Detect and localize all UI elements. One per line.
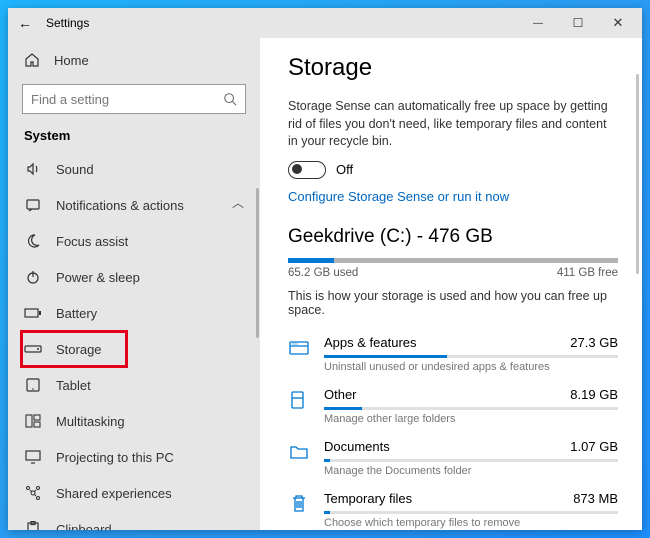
sidebar-item-battery[interactable]: Battery: [8, 295, 260, 331]
sidebar-item-tablet[interactable]: Tablet: [8, 367, 260, 403]
sidebar-item-label: Focus assist: [56, 234, 128, 249]
storage-icon: [24, 341, 42, 357]
settings-window: ← Settings ― ☐ ✕ Home Find a setting Sys…: [8, 8, 642, 530]
minimize-button[interactable]: ―: [518, 8, 558, 38]
cat-size: 1.07 GB: [570, 439, 618, 454]
cat-sub: Manage the Documents folder: [324, 465, 618, 477]
sidebar-item-power[interactable]: Power & sleep: [8, 259, 260, 295]
drive-usage-fill: [288, 258, 334, 263]
cat-name: Temporary files: [324, 491, 412, 506]
cat-name: Apps & features: [324, 335, 417, 350]
battery-icon: [24, 305, 42, 321]
sidebar-item-sound[interactable]: Sound: [8, 151, 260, 187]
cat-size: 27.3 GB: [570, 335, 618, 350]
cat-bar: [324, 407, 618, 410]
drive-usage-bar: [288, 258, 618, 263]
category-apps[interactable]: Apps & features 27.3 GB Uninstall unused …: [288, 331, 618, 383]
sidebar: Home Find a setting System Sound Notific…: [8, 38, 260, 530]
sidebar-item-shared[interactable]: Shared experiences: [8, 475, 260, 511]
cat-bar: [324, 511, 618, 514]
sidebar-item-label: Multitasking: [56, 414, 125, 429]
sidebar-item-label: Sound: [56, 162, 94, 177]
cat-bar: [324, 459, 618, 462]
clipboard-icon: [24, 521, 42, 530]
sound-icon: [24, 161, 42, 177]
cat-name: Documents: [324, 439, 390, 454]
toggle-state-label: Off: [336, 162, 353, 177]
sidebar-item-label: Shared experiences: [56, 486, 172, 501]
cat-name: Other: [324, 387, 357, 402]
drive-used-label: 65.2 GB used: [288, 267, 358, 279]
moon-icon: [24, 233, 42, 249]
maximize-button[interactable]: ☐: [558, 8, 598, 38]
storage-sense-desc: Storage Sense can automatically free up …: [288, 98, 618, 151]
home-label: Home: [54, 53, 89, 68]
cat-sub: Manage other large folders: [324, 413, 618, 425]
sidebar-item-focus[interactable]: Focus assist: [8, 223, 260, 259]
sidebar-item-storage[interactable]: Storage: [8, 331, 260, 367]
sidebar-item-label: Storage: [56, 342, 102, 357]
trash-icon: [288, 493, 310, 515]
configure-link[interactable]: Configure Storage Sense or run it now: [288, 189, 618, 204]
category-heading: System: [8, 128, 260, 151]
other-icon: [288, 389, 310, 411]
sidebar-item-label: Tablet: [56, 378, 91, 393]
chevron-up-icon[interactable]: ︿: [232, 194, 244, 211]
close-button[interactable]: ✕: [598, 8, 638, 38]
home-nav[interactable]: Home: [8, 46, 260, 74]
documents-icon: [288, 441, 310, 463]
sidebar-item-label: Projecting to this PC: [56, 450, 174, 465]
power-icon: [24, 269, 42, 285]
search-icon: [223, 92, 237, 106]
titlebar: ← Settings ― ☐ ✕: [8, 8, 642, 38]
drive-desc: This is how your storage is used and how…: [288, 289, 618, 317]
apps-icon: [288, 337, 310, 359]
multitask-icon: [24, 413, 42, 429]
storage-sense-toggle[interactable]: [288, 161, 326, 179]
nav-list: Sound Notifications & actions Focus assi…: [8, 151, 260, 530]
home-icon: [24, 52, 40, 68]
category-documents[interactable]: Documents 1.07 GB Manage the Documents fo…: [288, 435, 618, 487]
cat-sub: Choose which temporary files to remove: [324, 517, 618, 529]
sidebar-item-label: Notifications & actions: [56, 198, 184, 213]
cat-size: 8.19 GB: [570, 387, 618, 402]
back-button[interactable]: ←: [18, 15, 32, 31]
page-title: Storage: [288, 54, 618, 82]
sidebar-scrollbar[interactable]: [256, 188, 259, 338]
main-content: Storage Storage Sense can automatically …: [260, 38, 642, 530]
bell-icon: [24, 197, 42, 213]
tablet-icon: [24, 377, 42, 393]
shared-icon: [24, 485, 42, 501]
sidebar-item-clipboard[interactable]: Clipboard: [8, 511, 260, 530]
cat-bar: [324, 355, 618, 358]
project-icon: [24, 449, 42, 465]
drive-free-label: 411 GB free: [557, 267, 618, 279]
cat-sub: Uninstall unused or undesired apps & fea…: [324, 361, 618, 373]
sidebar-item-label: Clipboard: [56, 522, 112, 531]
category-temp[interactable]: Temporary files 873 MB Choose which tempo…: [288, 487, 618, 531]
sidebar-item-notifications[interactable]: Notifications & actions: [8, 187, 260, 223]
search-placeholder: Find a setting: [31, 92, 223, 107]
category-other[interactable]: Other 8.19 GB Manage other large folders: [288, 383, 618, 435]
drive-title: Geekdrive (C:) - 476 GB: [288, 226, 618, 248]
cat-size: 873 MB: [573, 491, 618, 506]
window-title: Settings: [46, 16, 89, 30]
sidebar-item-multitasking[interactable]: Multitasking: [8, 403, 260, 439]
sidebar-item-projecting[interactable]: Projecting to this PC: [8, 439, 260, 475]
sidebar-item-label: Battery: [56, 306, 97, 321]
search-input[interactable]: Find a setting: [22, 84, 246, 114]
sidebar-item-label: Power & sleep: [56, 270, 140, 285]
main-scrollbar[interactable]: [636, 74, 639, 274]
